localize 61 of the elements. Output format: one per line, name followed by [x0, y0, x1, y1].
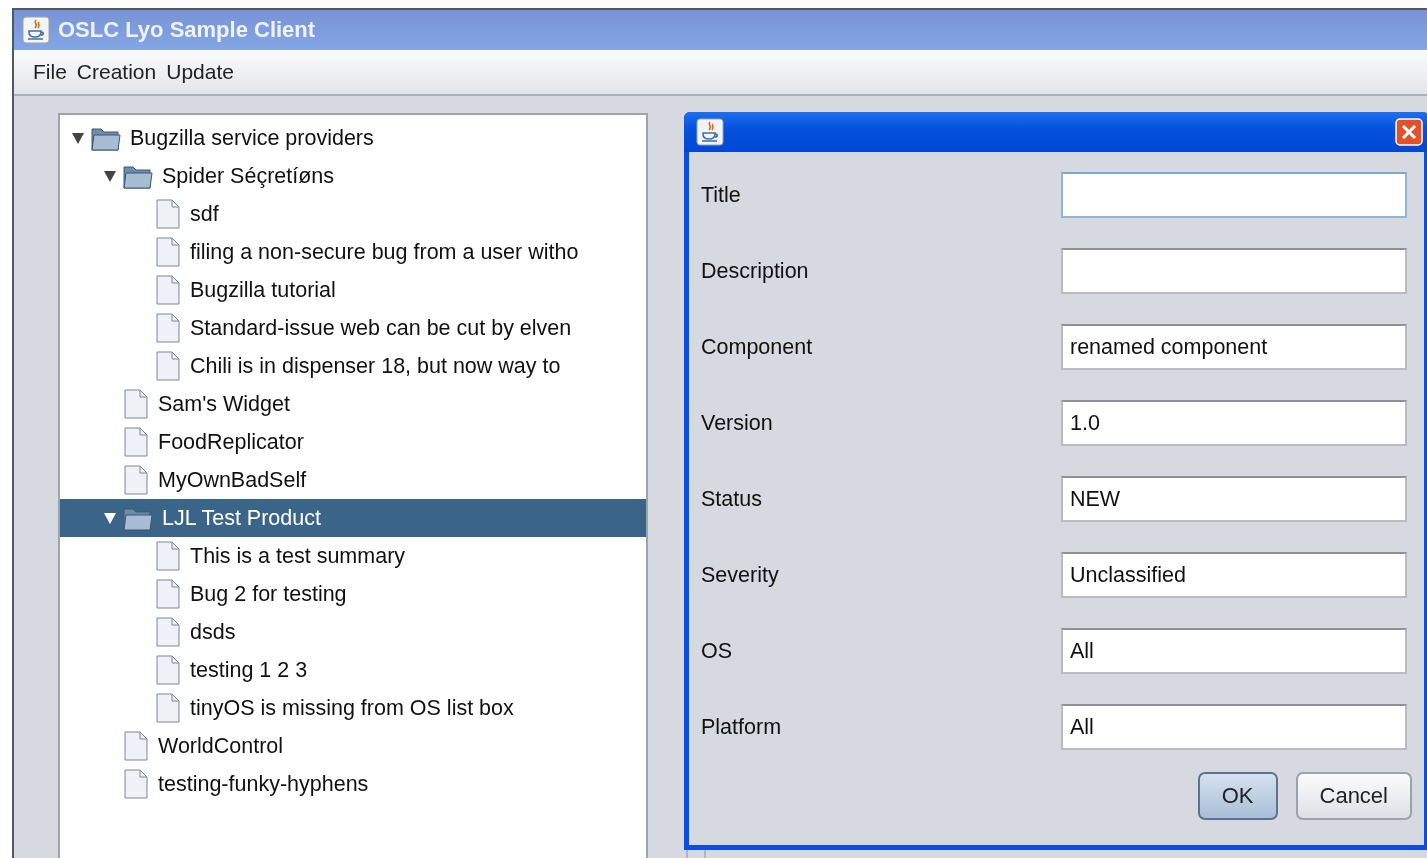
input-field[interactable]: Unclassified — [1061, 552, 1407, 598]
menu-item[interactable]: File — [28, 58, 72, 86]
tree-item[interactable]: MyOwnBadSelf — [60, 461, 646, 499]
field-label: OS — [701, 638, 734, 664]
document-icon — [154, 313, 182, 343]
field-label: Platform — [701, 714, 783, 740]
tree-item[interactable]: LJL Test Product — [60, 499, 646, 537]
field-label: Component — [701, 334, 814, 360]
input-field[interactable] — [1061, 172, 1407, 218]
input-field[interactable] — [1061, 248, 1407, 294]
document-icon — [122, 769, 150, 799]
field-label: Version — [701, 410, 774, 436]
document-icon — [154, 655, 182, 685]
document-icon — [154, 275, 182, 305]
tree-item[interactable]: Standard-issue web can be cut by elven — [60, 309, 646, 347]
tree-item[interactable]: testing-funky-hyphens — [60, 765, 646, 803]
document-icon — [154, 199, 182, 229]
menu-item[interactable]: Creation — [71, 58, 162, 86]
tree-item[interactable]: Bug 2 for testing — [60, 575, 646, 613]
tree-item[interactable]: filing a non-secure bug from a user witho — [60, 233, 646, 271]
tree-item[interactable]: testing 1 2 3 — [60, 651, 646, 689]
document-icon — [122, 389, 150, 419]
menu-item[interactable]: Update — [161, 58, 239, 86]
java-cup-icon — [22, 16, 50, 44]
tree-item[interactable]: Chili is in dispenser 18, but now way to — [60, 347, 646, 385]
field-label: Title — [701, 182, 742, 208]
document-icon — [154, 617, 182, 647]
document-icon — [122, 427, 150, 457]
cancel-button[interactable]: Cancel — [1295, 772, 1412, 820]
tree-item[interactable]: tinyOS is missing from OS list box — [60, 689, 646, 727]
field-label: Description — [701, 258, 810, 284]
input-field[interactable]: All — [1061, 704, 1407, 750]
collapse-triangle-icon[interactable] — [103, 511, 117, 525]
document-icon — [122, 731, 150, 761]
tree-item[interactable]: Bugzilla service providers — [60, 119, 646, 157]
input-field[interactable]: renamed component — [1061, 324, 1407, 370]
window-title: OSLC Lyo Sample Client — [58, 17, 316, 43]
input-field[interactable]: All — [1061, 628, 1407, 674]
tree-item[interactable]: This is a test summary — [60, 537, 646, 575]
document-icon — [154, 237, 182, 267]
tree-item[interactable]: sdf — [60, 195, 646, 233]
document-icon — [154, 351, 182, 381]
field-label: Severity — [701, 562, 780, 588]
ok-button[interactable]: OK — [1197, 772, 1278, 820]
document-icon — [154, 693, 182, 723]
tree-item[interactable]: Bugzilla tutorial — [60, 271, 646, 309]
tree-item[interactable]: Spider Séçretíøns — [60, 157, 646, 195]
tree-item[interactable]: FoodReplicator — [60, 423, 646, 461]
document-icon — [154, 541, 182, 571]
collapse-triangle-icon[interactable] — [103, 169, 117, 183]
input-field[interactable]: 1.0 — [1061, 400, 1407, 446]
tree-item[interactable]: dsds — [60, 613, 646, 651]
collapse-triangle-icon[interactable] — [71, 131, 85, 145]
input-field[interactable]: NEW — [1061, 476, 1407, 522]
document-icon — [122, 465, 150, 495]
field-label: Status — [701, 486, 763, 512]
tree-item[interactable]: WorldControl — [60, 727, 646, 765]
java-cup-icon — [696, 118, 724, 146]
close-icon[interactable] — [1395, 118, 1423, 146]
tree-item[interactable]: Sam's Widget — [60, 385, 646, 423]
document-icon — [154, 579, 182, 609]
